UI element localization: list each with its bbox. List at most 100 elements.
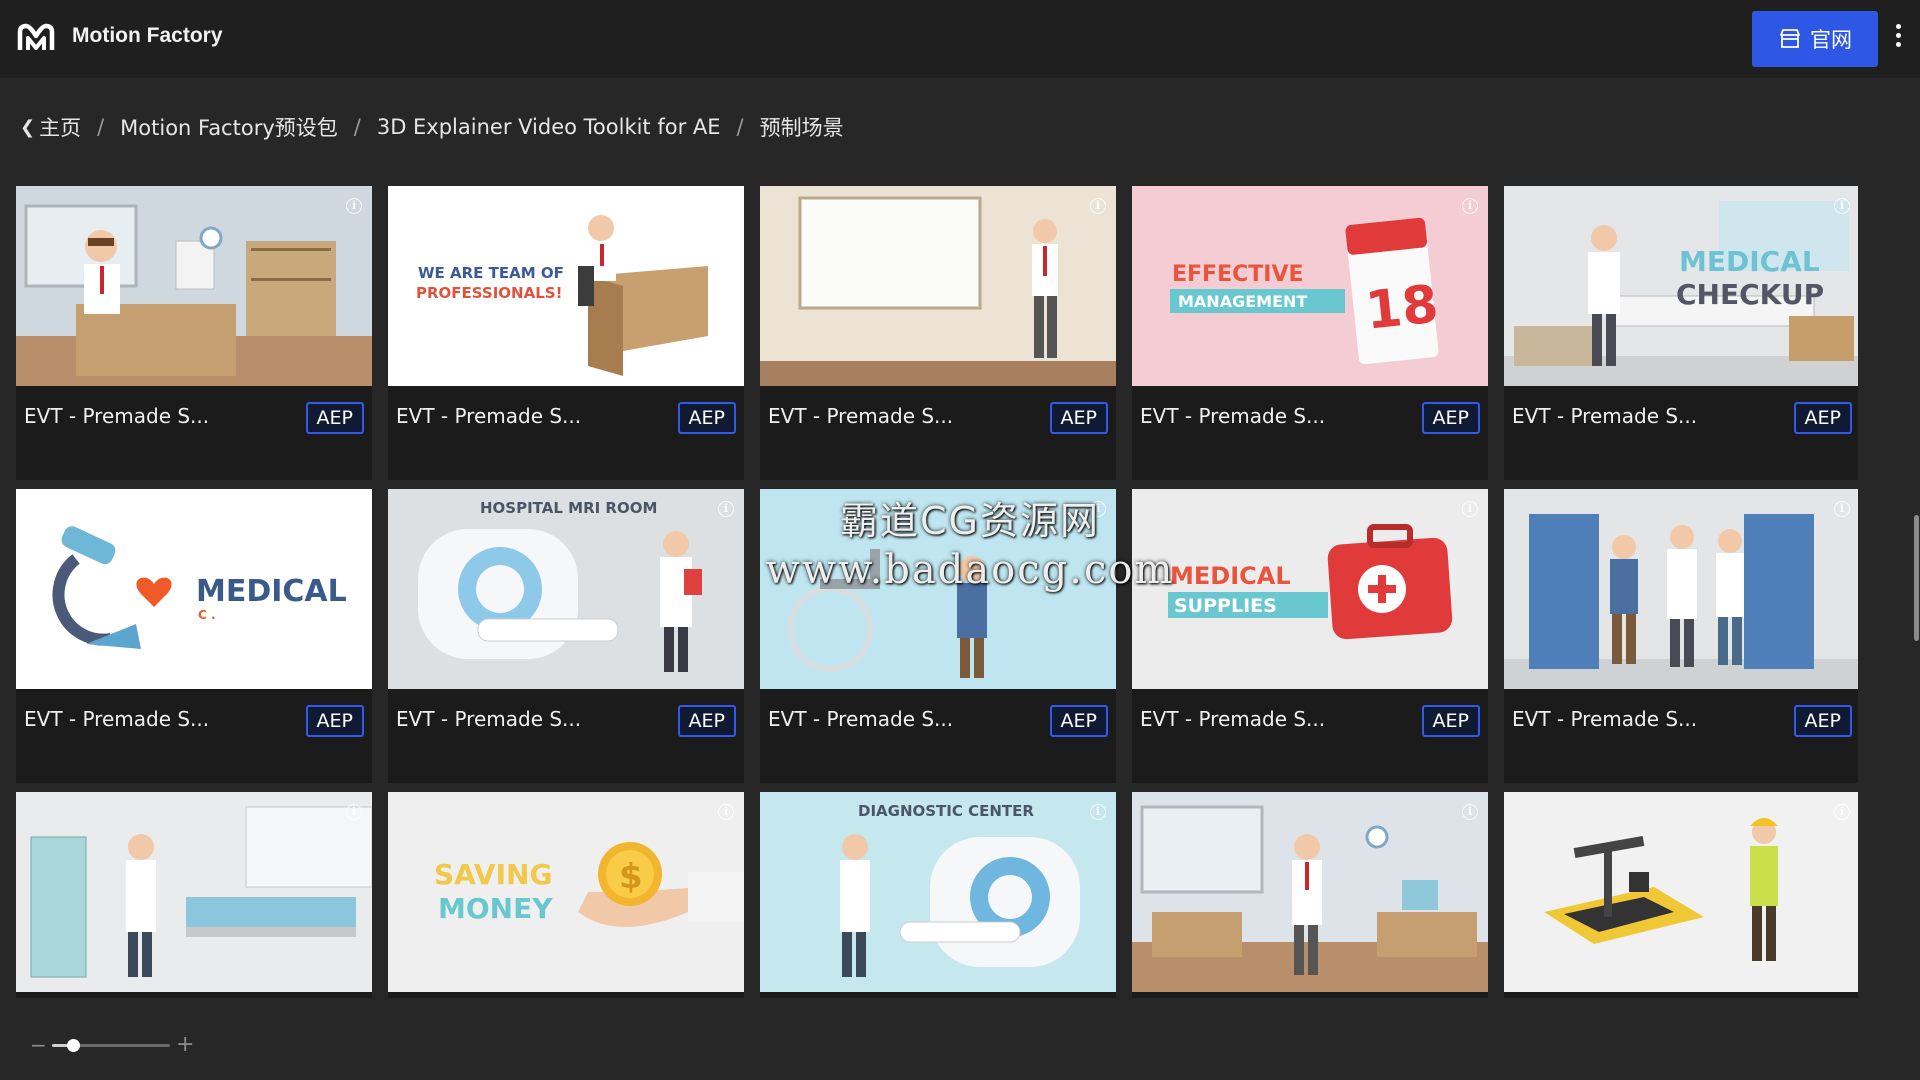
scene-card[interactable]: SAVING MONEY $ i (388, 792, 744, 998)
thumb-text: $ (619, 857, 643, 897)
scene-thumbnail: HOSPITAL MRI ROOM i (388, 489, 744, 689)
card-title: EVT - Premade S... (768, 404, 954, 428)
card-title: EVT - Premade S... (396, 707, 582, 731)
thumb-text: MEDICAL (1170, 562, 1291, 590)
scene-thumbnail: i (1504, 792, 1858, 992)
thumb-text: SUPPLIES (1174, 595, 1277, 617)
scene-card[interactable]: i EVT - Premade S... AEP (16, 186, 372, 480)
info-icon[interactable]: i (346, 198, 362, 214)
top-bar: Motion Factory 官网 (0, 0, 1920, 78)
info-icon[interactable]: i (1462, 804, 1478, 820)
thumb-text: DIAGNOSTIC CENTER (858, 802, 1034, 820)
zoom-in-button[interactable]: + (176, 1034, 194, 1056)
info-icon[interactable]: i (1090, 804, 1106, 820)
official-site-button[interactable]: 官网 (1752, 11, 1878, 67)
format-badge: AEP (1049, 705, 1108, 737)
thumb-text: MEDICAL (1679, 245, 1820, 278)
scene-thumbnail: MEDICAL C . i (16, 489, 372, 689)
scene-card[interactable]: WE ARE TEAM OF PROFESSIONALS! i EVT - Pr… (388, 186, 744, 480)
scene-thumbnail: MEDICAL SUPPLIES i (1132, 489, 1488, 689)
scene-card[interactable]: DIAGNOSTIC CENTER i (760, 792, 1116, 998)
info-icon[interactable]: i (1834, 198, 1850, 214)
scene-card[interactable]: HOSPITAL MRI ROOM i EVT - Premade S... A… (388, 489, 744, 783)
card-title: EVT - Premade S... (1512, 707, 1698, 731)
scene-thumbnail: i (1132, 792, 1488, 992)
format-badge: AEP (1049, 402, 1108, 434)
store-icon (1780, 29, 1800, 48)
thumb-text: MONEY (438, 892, 553, 925)
thumb-text: HOSPITAL MRI ROOM (480, 499, 657, 517)
card-title: EVT - Premade S... (1140, 707, 1326, 731)
zoom-slider: − + (30, 1034, 200, 1057)
format-badge: AEP (677, 402, 736, 434)
scene-card[interactable]: EFFECTIVE MANAGEMENT 18 i EVT - Premade … (1132, 186, 1488, 480)
format-badge: AEP (1421, 705, 1480, 737)
thumb-text: MEDICAL (196, 574, 347, 609)
breadcrumb-current[interactable]: 预制场景 (760, 112, 844, 142)
info-icon[interactable]: i (1090, 501, 1106, 517)
breadcrumb-separator: / (353, 115, 361, 139)
info-icon[interactable]: i (718, 804, 734, 820)
scene-card[interactable]: i EVT - Premade S... AEP (760, 186, 1116, 480)
thumb-text: C . (198, 608, 216, 622)
info-icon[interactable]: i (1462, 501, 1478, 517)
format-badge: AEP (305, 705, 364, 737)
info-icon[interactable]: i (718, 501, 734, 517)
scene-card[interactable]: i (16, 792, 372, 998)
scene-thumbnail: MEDICAL CHECKUP i (1504, 186, 1858, 386)
breadcrumb-home[interactable]: 主页 (39, 112, 81, 142)
thumb-text: WE ARE TEAM OF (418, 264, 564, 282)
scene-card[interactable]: MEDICAL CHECKUP i EVT - Premade S... AEP (1504, 186, 1858, 480)
card-title: EVT - Premade S... (768, 707, 954, 731)
official-site-label: 官网 (1810, 28, 1852, 52)
scene-thumbnail: SAVING MONEY $ i (388, 792, 744, 992)
card-title: EVT - Premade S... (1512, 404, 1698, 428)
scrollbar-thumb[interactable] (1914, 515, 1919, 641)
scene-thumbnail: DIAGNOSTIC CENTER i (760, 792, 1116, 992)
format-badge: AEP (1793, 402, 1852, 434)
brand-name: Motion Factory (72, 24, 223, 47)
scene-card[interactable]: i EVT - Premade S... AEP (760, 489, 1116, 783)
scene-grid: i EVT - Premade S... AEP WE ARE TEAM OF … (16, 186, 1858, 998)
format-badge: AEP (305, 402, 364, 434)
thumb-text: PROFESSIONALS! (416, 284, 562, 302)
card-title: EVT - Premade S... (396, 404, 582, 428)
scene-thumbnail: i (16, 792, 372, 992)
scene-thumbnail: i (760, 489, 1116, 689)
breadcrumb: ❮ 主页 / Motion Factory预设包 / 3D Explainer … (20, 112, 844, 142)
breadcrumb-toolkit[interactable]: 3D Explainer Video Toolkit for AE (377, 115, 721, 139)
chevron-left-icon[interactable]: ❮ (20, 117, 35, 138)
scene-card[interactable]: i EVT - Premade S... AEP (1504, 489, 1858, 783)
info-icon[interactable]: i (346, 804, 362, 820)
card-title: EVT - Premade S... (24, 707, 210, 731)
card-title: EVT - Premade S... (24, 404, 210, 428)
scene-thumbnail: EFFECTIVE MANAGEMENT 18 i (1132, 186, 1488, 386)
format-badge: AEP (677, 705, 736, 737)
scene-card[interactable]: i (1504, 792, 1858, 998)
info-icon[interactable]: i (718, 198, 734, 214)
info-icon[interactable]: i (346, 501, 362, 517)
info-icon[interactable]: i (1462, 198, 1478, 214)
scene-card[interactable]: MEDICAL C . i EVT - Premade S... AEP (16, 489, 372, 783)
scene-thumbnail: i (760, 186, 1116, 386)
thumb-text: MANAGEMENT (1178, 292, 1307, 311)
zoom-out-button[interactable]: − (30, 1034, 47, 1056)
info-icon[interactable]: i (1834, 804, 1850, 820)
breadcrumb-separator: / (736, 115, 744, 139)
scene-thumbnail: i (1504, 489, 1858, 689)
scene-thumbnail: i (16, 186, 372, 386)
breadcrumb-preset-pack[interactable]: Motion Factory预设包 (120, 112, 338, 142)
card-title: EVT - Premade S... (1140, 404, 1326, 428)
info-icon[interactable]: i (1090, 198, 1106, 214)
zoom-handle[interactable] (67, 1039, 81, 1052)
more-vertical-icon[interactable] (1892, 24, 1904, 54)
format-badge: AEP (1421, 402, 1480, 434)
scene-thumbnail: WE ARE TEAM OF PROFESSIONALS! i (388, 186, 744, 386)
scene-card[interactable]: MEDICAL SUPPLIES i EVT - Premade S... AE… (1132, 489, 1488, 783)
motion-factory-logo[interactable] (16, 22, 56, 56)
breadcrumb-separator: / (97, 115, 105, 139)
thumb-text: SAVING (434, 858, 552, 891)
info-icon[interactable]: i (1834, 501, 1850, 517)
thumb-text: EFFECTIVE (1172, 262, 1304, 287)
scene-card[interactable]: i (1132, 792, 1488, 998)
